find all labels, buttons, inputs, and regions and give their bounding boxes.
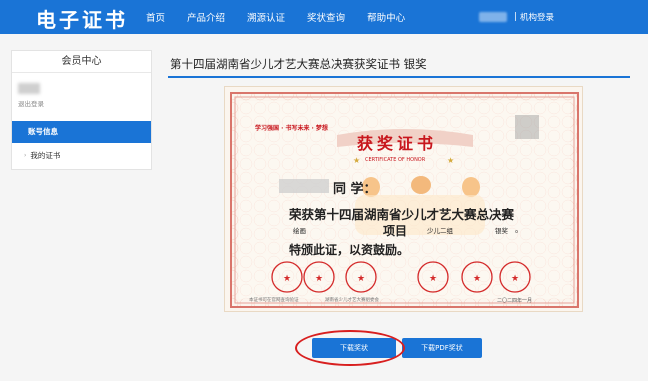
nav-products[interactable]: 产品介绍 xyxy=(187,10,225,24)
user-separator: | xyxy=(514,12,517,22)
svg-text:★: ★ xyxy=(353,156,360,165)
cert-subtitle: CERTIFICATE OF HONOR xyxy=(365,157,426,163)
title-divider xyxy=(168,76,630,78)
cert-line3: 特颁此证，以资鼓励。 xyxy=(289,243,410,257)
sidebar-title: 会员中心 xyxy=(12,51,151,73)
svg-text:★: ★ xyxy=(511,274,519,284)
nav-trace[interactable]: 溯源认证 xyxy=(247,10,285,24)
nav-query[interactable]: 奖状查询 xyxy=(307,10,345,24)
cert-salutation: 同 学： xyxy=(333,182,377,197)
svg-text:★: ★ xyxy=(447,156,454,165)
cert-footnote-1: 本证书可在官网查询验证 xyxy=(249,298,299,303)
cert-end-mark: 。 xyxy=(515,225,523,234)
chevron-right-icon: › xyxy=(24,152,27,159)
cert-award: 银奖 xyxy=(495,227,508,235)
sidebar-item-certificates[interactable]: › 我的证书 xyxy=(12,143,151,169)
highlight-circle-annotation xyxy=(295,330,405,366)
svg-text:★: ★ xyxy=(283,274,291,284)
main-nav: 首页 产品介绍 溯源认证 奖状查询 帮助中心 xyxy=(146,0,427,34)
member-sidebar: 会员中心 退出登录 账号信息 › 我的证书 xyxy=(11,50,152,170)
cert-project-label: 项目 xyxy=(383,224,408,238)
cert-line1: 荣获第十四届湖南省少儿才艺大赛总决赛 xyxy=(289,207,515,222)
profile-block: 退出登录 xyxy=(12,73,151,121)
nav-home[interactable]: 首页 xyxy=(146,10,165,24)
sidebar-item-account[interactable]: 账号信息 xyxy=(12,121,151,143)
cert-date: 二〇二四年一月 xyxy=(497,298,533,304)
svg-text:★: ★ xyxy=(429,274,437,284)
cert-title: 获奖证书 xyxy=(357,134,438,153)
logout-link[interactable]: 退出登录 xyxy=(18,98,145,108)
user-area: | 机构登录 xyxy=(479,11,554,23)
user-name-blurred[interactable] xyxy=(479,12,508,22)
sidebar-item-label: 我的证书 xyxy=(30,151,61,160)
cert-group: 少儿二组 xyxy=(427,227,453,235)
svg-text:★: ★ xyxy=(473,274,481,284)
svg-text:★: ★ xyxy=(315,274,323,284)
cert-slogans: 学习强国 · 书写未来 · 梦想 xyxy=(255,125,328,132)
site-logo[interactable]: 电子证书 xyxy=(36,4,128,33)
cert-category: 绘画 xyxy=(293,227,306,235)
avatar xyxy=(18,83,40,94)
cert-footnote-2: 湖南省少儿才艺大赛组委会 xyxy=(325,298,379,303)
certificate-image: ★ ★ ★ ★ ★ ★ ★ ★ 学习强国 · 书写未来 · 梦想 获奖证书 CE… xyxy=(224,86,583,312)
page-title: 第十四届湖南省少儿才艺大赛总决赛获奖证书 银奖 xyxy=(170,57,427,71)
certificate-decoration: ★ ★ ★ ★ ★ ★ ★ ★ xyxy=(225,87,582,311)
nav-help[interactable]: 帮助中心 xyxy=(367,10,405,24)
top-navbar: 电子证书 首页 产品介绍 溯源认证 奖状查询 帮助中心 | 机构登录 xyxy=(0,0,648,34)
svg-text:★: ★ xyxy=(357,274,365,284)
download-pdf-button[interactable]: 下载PDF奖状 xyxy=(402,338,482,358)
org-login-link[interactable]: 机构登录 xyxy=(520,11,554,23)
